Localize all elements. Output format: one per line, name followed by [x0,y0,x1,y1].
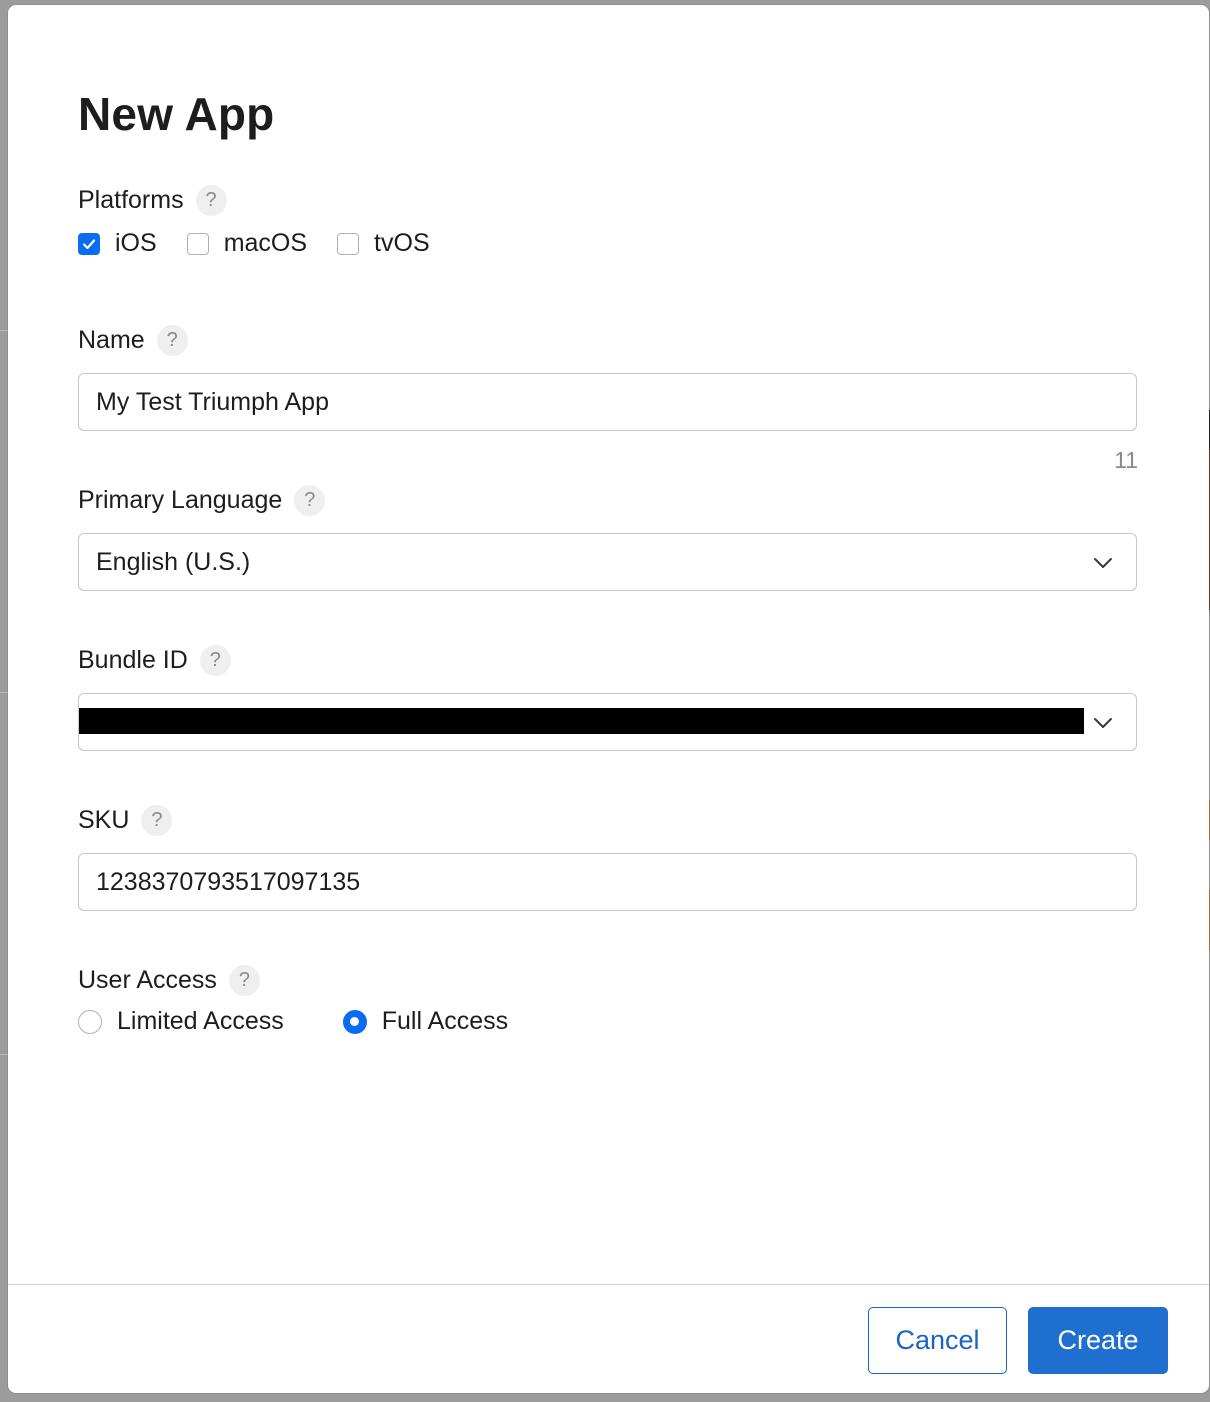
name-label-row: Name ? [78,325,188,356]
name-field[interactable] [78,373,1137,431]
full-access-label: Full Access [381,1007,509,1035]
platforms-label-row: Platforms ? [78,185,227,216]
primary-language-label-row: Primary Language ? [78,485,326,516]
sku-label-row: SKU ? [78,805,173,836]
user-access-option-limited[interactable]: Limited Access [78,1007,284,1036]
cancel-button[interactable]: Cancel [868,1307,1007,1374]
limited-access-label: Limited Access [117,1007,284,1035]
user-access-label-row: User Access ? [78,965,260,996]
platform-option-macos[interactable]: macOS [186,229,308,258]
sku-help-icon[interactable]: ? [141,805,173,836]
bundle-id-select[interactable] [78,693,1137,751]
new-app-dialog: New App Platforms ? iOS macOS tvOS Name … [8,5,1209,1393]
platforms-checkbox-group: iOS macOS tvOS [78,229,460,258]
create-button[interactable]: Create [1028,1307,1168,1374]
sku-label: SKU [78,806,130,834]
tvos-label: tvOS [374,229,430,257]
platform-option-ios[interactable]: iOS [78,229,157,258]
redacted-bundle-id [79,708,1084,734]
name-help-icon[interactable]: ? [156,325,188,356]
dialog-title: New App [78,88,275,140]
full-access-radio[interactable] [342,1009,367,1034]
bundle-id-label-row: Bundle ID ? [78,645,231,676]
tvos-checkbox[interactable] [337,232,360,255]
sku-input[interactable] [96,867,1136,897]
background-divider [0,330,8,331]
limited-access-radio[interactable] [78,1009,102,1034]
ios-label: iOS [115,229,157,257]
user-access-label: User Access [78,966,217,994]
background-divider [0,692,8,693]
primary-language-label: Primary Language [78,486,283,514]
platform-option-tvos[interactable]: tvOS [337,229,430,258]
user-access-help-icon[interactable]: ? [228,965,260,996]
chevron-down-icon [1094,718,1112,728]
sku-field[interactable] [78,853,1137,911]
ios-checkbox[interactable] [78,232,100,255]
bundle-id-label: Bundle ID [78,646,188,674]
checkmark-icon [82,238,96,249]
primary-language-select[interactable]: English (U.S.) [78,533,1137,591]
name-input[interactable] [96,387,1136,417]
bundle-id-help-icon[interactable]: ? [199,645,231,676]
primary-language-help-icon[interactable]: ? [294,485,326,516]
name-label: Name [78,326,145,354]
platforms-label: Platforms [78,186,184,214]
background-divider [0,1054,8,1055]
name-character-counter: 11 [1114,447,1138,473]
user-access-option-full[interactable]: Full Access [342,1007,509,1036]
platforms-help-icon[interactable]: ? [195,185,227,216]
primary-language-value: English (U.S.) [96,547,251,576]
macos-label: macOS [223,229,308,257]
footer-divider [8,1284,1209,1285]
chevron-down-icon [1094,558,1112,568]
macos-checkbox[interactable] [186,232,209,255]
user-access-radio-group: Limited Access Full Access [78,1007,567,1036]
